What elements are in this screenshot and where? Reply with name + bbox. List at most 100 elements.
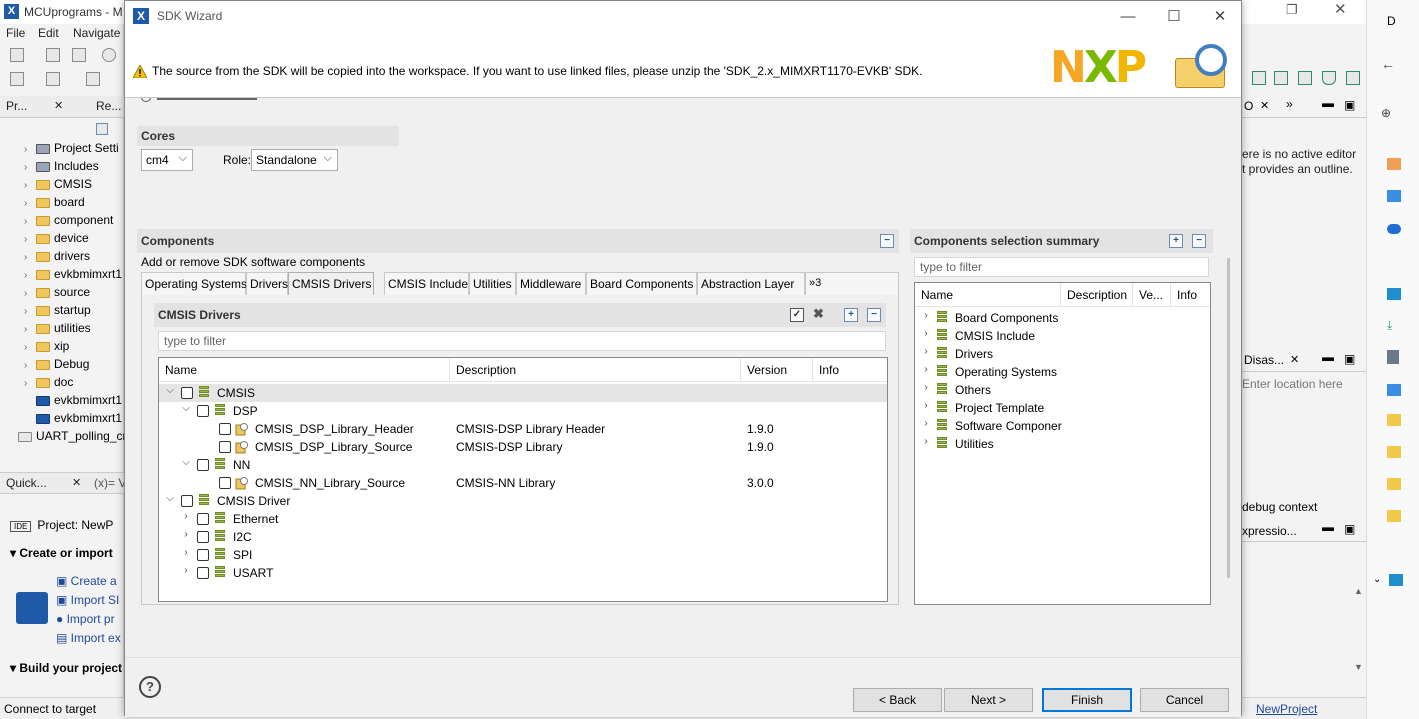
row-checkbox[interactable] bbox=[219, 441, 231, 453]
tree-item[interactable]: › utilities bbox=[24, 321, 91, 339]
qs-link-import-example[interactable]: ▤ Import ex bbox=[56, 631, 121, 645]
tree-item[interactable]: › drivers bbox=[24, 249, 90, 267]
maximize-icon[interactable]: ▣ bbox=[1344, 98, 1355, 112]
tab-cmsis-include[interactable]: CMSIS Include bbox=[384, 272, 469, 295]
chevron-right-icon[interactable]: › bbox=[24, 252, 36, 263]
save-icon[interactable] bbox=[46, 48, 60, 62]
check-all-icon[interactable]: ✓ bbox=[790, 308, 804, 322]
back-arrow-icon[interactable]: ← bbox=[1381, 56, 1395, 72]
downloads-icon[interactable]: ⤓ bbox=[1387, 318, 1392, 333]
scroll-up-icon[interactable]: ▲ bbox=[1354, 586, 1363, 596]
row-checkbox[interactable] bbox=[219, 477, 231, 489]
chevron-right-icon[interactable]: › bbox=[24, 234, 36, 245]
minimize-button[interactable]: — bbox=[1105, 1, 1151, 32]
tree-item[interactable]: › device bbox=[24, 231, 89, 249]
chevron-right-icon[interactable]: › bbox=[921, 418, 931, 429]
qs-create-or-import[interactable]: ▾ Create or import bbox=[10, 546, 113, 560]
row-checkbox[interactable] bbox=[197, 567, 209, 579]
tab-board-components[interactable]: Board Components bbox=[586, 272, 697, 295]
shield-icon[interactable] bbox=[1322, 71, 1336, 85]
chevron-right-icon[interactable]: › bbox=[24, 306, 36, 317]
tab-disassembly[interactable]: Disas... bbox=[1244, 353, 1284, 367]
qs-build-project[interactable]: ▾ Build your project bbox=[10, 661, 122, 675]
table-row[interactable]: ⌵ CMSIS Driver bbox=[159, 492, 887, 510]
row-checkbox[interactable] bbox=[197, 549, 209, 561]
debug-icon[interactable] bbox=[46, 72, 60, 86]
chevron-right-icon[interactable]: › bbox=[24, 198, 36, 209]
chevron-down-icon[interactable]: ⌵ bbox=[181, 457, 191, 468]
chevron-right-icon[interactable]: › bbox=[921, 400, 931, 411]
this-pc-icon[interactable] bbox=[1389, 574, 1403, 586]
col-name[interactable]: Name bbox=[159, 358, 450, 382]
col-info[interactable]: Info bbox=[813, 358, 887, 382]
help-icon[interactable]: ? bbox=[139, 676, 161, 698]
save-all-icon[interactable] bbox=[72, 48, 86, 62]
chip-icon[interactable] bbox=[1252, 71, 1266, 85]
tree-item[interactable]: › evkbmimxrt1 bbox=[24, 267, 122, 285]
clock-icon[interactable] bbox=[1298, 71, 1312, 85]
col-version[interactable]: Ve... bbox=[1133, 283, 1171, 307]
tab-registers[interactable]: Re... bbox=[96, 99, 121, 113]
collapse-all-icon[interactable]: − bbox=[867, 308, 881, 322]
tab-drivers[interactable]: Drivers bbox=[246, 272, 288, 295]
expand-all-icon[interactable]: + bbox=[844, 308, 858, 322]
uncheck-all-icon[interactable]: ✖ bbox=[813, 306, 824, 322]
chevron-right-icon[interactable]: › bbox=[24, 288, 36, 299]
chevron-right-icon[interactable]: › bbox=[24, 216, 36, 227]
summary-row[interactable]: › Board Components bbox=[915, 309, 1210, 327]
onedrive-icon[interactable] bbox=[1387, 224, 1401, 234]
table-row[interactable]: ⌵ DSP bbox=[159, 402, 887, 420]
chevron-right-icon[interactable]: › bbox=[24, 324, 36, 335]
close-icon[interactable]: ✕ bbox=[54, 99, 63, 112]
folder-icon[interactable] bbox=[1387, 510, 1401, 522]
chevron-right-icon[interactable]: › bbox=[24, 378, 36, 389]
table-row[interactable]: ⌵ CMSIS bbox=[159, 384, 887, 402]
restore-icon[interactable]: ❐ bbox=[1286, 2, 1298, 18]
chevron-right-icon[interactable]: › bbox=[921, 310, 931, 321]
chevron-right-icon[interactable]: › bbox=[181, 565, 191, 576]
collapse-all-icon[interactable]: − bbox=[1192, 234, 1206, 248]
tree-item[interactable]: › source bbox=[24, 285, 90, 303]
row-checkbox[interactable] bbox=[197, 405, 209, 417]
tab-cmsis-drivers[interactable]: CMSIS Drivers bbox=[288, 272, 374, 295]
role-select[interactable]: Standalone ⌵ bbox=[251, 149, 338, 171]
chevron-down-icon[interactable]: ⌄ bbox=[1373, 574, 1381, 585]
col-description[interactable]: Description bbox=[450, 358, 741, 382]
summary-row[interactable]: › Operating Systems bbox=[915, 363, 1210, 381]
pinout-icon[interactable] bbox=[1274, 71, 1288, 85]
chevron-right-icon[interactable]: › bbox=[24, 360, 36, 371]
close-window-icon[interactable]: ✕ bbox=[1334, 0, 1347, 18]
home-icon[interactable] bbox=[1387, 158, 1401, 170]
row-checkbox[interactable] bbox=[197, 531, 209, 543]
table-row[interactable]: › I2C bbox=[159, 528, 887, 546]
table-row[interactable]: CMSIS_DSP_Library_Header CMSIS-DSP Librar… bbox=[159, 420, 887, 438]
core-select[interactable]: cm4 ⌵ bbox=[141, 149, 193, 171]
chevron-right-icon[interactable]: › bbox=[181, 529, 191, 540]
col-name[interactable]: Name bbox=[915, 283, 1061, 307]
qs-link-create[interactable]: ▣ Create a bbox=[56, 574, 117, 588]
chevron-right-icon[interactable]: › bbox=[921, 328, 931, 339]
chevron-right-icon[interactable]: › bbox=[24, 342, 36, 353]
tree-item[interactable]: › board bbox=[24, 195, 85, 213]
collapse-all-icon[interactable] bbox=[96, 123, 108, 135]
back-icon[interactable] bbox=[86, 72, 100, 86]
close-icon[interactable]: ✕ bbox=[1260, 99, 1269, 112]
tree-item[interactable]: › Project Setti bbox=[24, 141, 119, 159]
location-input[interactable]: Enter location here bbox=[1242, 377, 1366, 391]
tree-item[interactable]: › Includes bbox=[24, 159, 99, 177]
qs-link-import-sdk[interactable]: ▣ Import SI bbox=[56, 593, 119, 607]
tree-item[interactable]: › startup bbox=[24, 303, 91, 321]
menu-edit[interactable]: Edit bbox=[38, 26, 59, 40]
row-checkbox[interactable] bbox=[181, 387, 193, 399]
board-radio-partial[interactable] bbox=[141, 98, 261, 104]
pictures-icon[interactable] bbox=[1387, 384, 1401, 396]
folder-icon[interactable] bbox=[1387, 446, 1401, 458]
table-row[interactable]: › SPI bbox=[159, 546, 887, 564]
tab-project-explorer[interactable]: Pr... bbox=[6, 99, 27, 113]
tab-expressions[interactable]: xpressio... bbox=[1242, 524, 1297, 538]
cancel-button[interactable]: Cancel bbox=[1140, 688, 1229, 712]
summary-row[interactable]: › Drivers bbox=[915, 345, 1210, 363]
col-info[interactable]: Info bbox=[1171, 283, 1210, 307]
tree-item[interactable]: › CMSIS bbox=[24, 177, 92, 195]
menu-navigate[interactable]: Navigate bbox=[73, 26, 120, 40]
